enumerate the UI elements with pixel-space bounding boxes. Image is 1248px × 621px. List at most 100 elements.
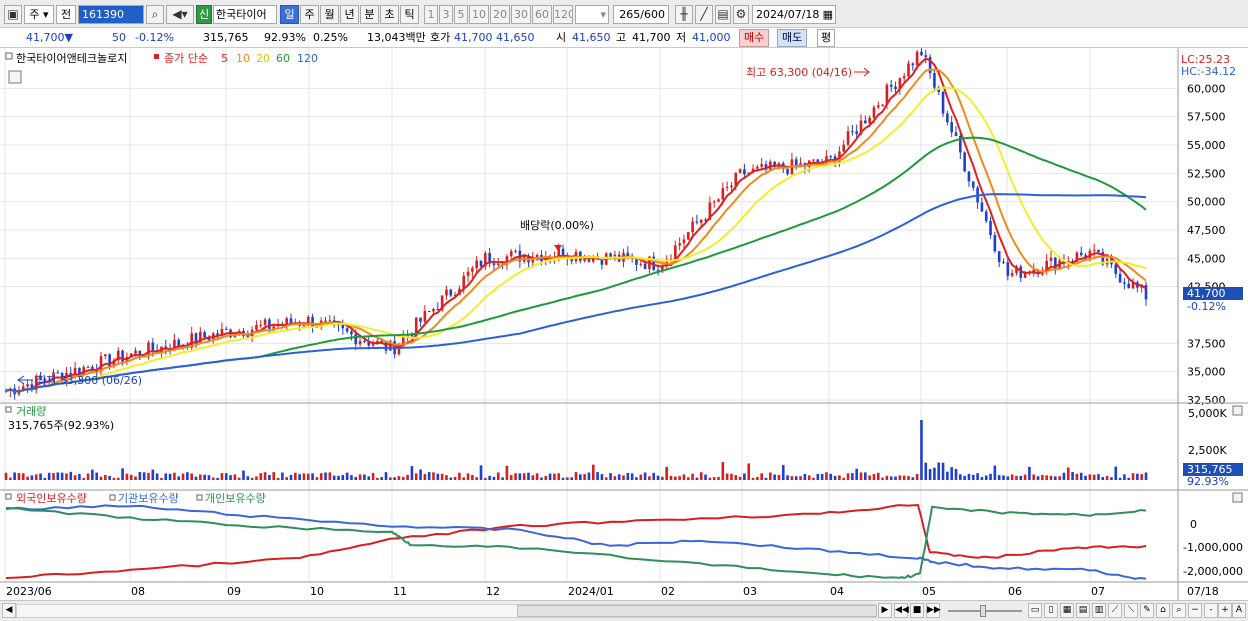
volume-bar	[695, 477, 699, 480]
min-60[interactable]: 60	[532, 5, 552, 24]
volume-bar	[656, 475, 660, 480]
tool-icon-2[interactable]: ⟍	[1124, 603, 1138, 618]
volume-bar	[332, 475, 336, 480]
calendar-icon[interactable]: ▦	[823, 6, 833, 23]
min-10[interactable]: 10	[469, 5, 489, 24]
volume-bar	[1045, 475, 1048, 480]
candle-body	[363, 340, 366, 342]
magnify-icon[interactable]: ⌕	[1172, 603, 1186, 618]
speaker-icon[interactable]: ◀▾	[166, 5, 194, 24]
min-5[interactable]: 5	[454, 5, 468, 24]
sell-button[interactable]: 매도	[777, 29, 808, 47]
volume-bar	[635, 477, 638, 480]
volume-tick-2500k: 2,500K	[1188, 444, 1227, 457]
grid-toggle-icon[interactable]	[8, 70, 22, 84]
tool-icon-1[interactable]: ⟋	[1108, 603, 1122, 618]
draw-tool-icon[interactable]: ╱	[695, 5, 713, 24]
scroll-left-icon[interactable]: ◀	[2, 603, 16, 618]
volume-bar	[937, 462, 941, 480]
code-input[interactable]: 161390	[78, 5, 144, 24]
candle-type-icon[interactable]: ╫	[675, 5, 693, 24]
candle-body	[842, 144, 846, 152]
min-30[interactable]: 30	[511, 5, 531, 24]
candle-body	[328, 320, 332, 322]
scroll-track[interactable]	[16, 604, 877, 618]
search-icon[interactable]: ⌕	[146, 5, 164, 24]
volume-bar	[786, 475, 789, 480]
volume-bar	[341, 474, 345, 480]
volume-bar	[885, 475, 889, 480]
candle-body	[151, 342, 155, 351]
volume-close-icon[interactable]	[1232, 405, 1243, 416]
volume-bar	[39, 473, 42, 480]
tool-icon-3[interactable]: ✎	[1140, 603, 1154, 618]
play-icon[interactable]: ▶▶	[926, 603, 941, 618]
buy-button[interactable]: 매수	[739, 29, 770, 47]
rewind-icon[interactable]: ◀◀	[894, 603, 909, 618]
tab-year[interactable]: 년	[340, 5, 359, 24]
layout-icon-1[interactable]: ▭	[1028, 603, 1042, 618]
custom-interval-select[interactable]: ▾	[575, 5, 609, 24]
layout-icon-4[interactable]: ▤	[1076, 603, 1090, 618]
count-input[interactable]: 265/600	[613, 5, 669, 24]
candle-body	[1092, 249, 1096, 251]
volume-bar	[242, 470, 245, 480]
period-select[interactable]: 주 ▾	[24, 5, 54, 24]
layout-icon-2[interactable]: ▯	[1044, 603, 1058, 618]
volume-bar	[289, 474, 293, 480]
window-menu-icon[interactable]: ▣	[4, 5, 22, 24]
tab-tick[interactable]: 틱	[400, 5, 419, 24]
volume-bar	[902, 475, 906, 480]
layout-icon-5[interactable]: ▥	[1092, 603, 1106, 618]
zoom-minus-icon[interactable]: -	[1204, 603, 1218, 618]
min-120[interactable]: 120	[553, 5, 573, 24]
layout-icon-3[interactable]: ▦	[1060, 603, 1074, 618]
zoom-out-icon[interactable]: −	[1188, 603, 1202, 618]
volume-bar	[95, 472, 98, 480]
status-bar: ◀ ▶ ◀◀ ■ ▶▶ ▭ ▯ ▦ ▤ ▥ ⟋ ⟍ ✎ ⌂ ⌕ − - + A	[0, 600, 1248, 621]
scroll-thumb[interactable]	[517, 605, 877, 617]
x-tick-label: 06	[1008, 585, 1022, 598]
volume-bar	[730, 473, 733, 480]
volume-bar	[760, 473, 763, 480]
volume-bar	[699, 472, 703, 480]
tab-minute[interactable]: 분	[360, 5, 379, 24]
save-icon[interactable]: ▤	[715, 5, 731, 24]
tab-second[interactable]: 초	[380, 5, 399, 24]
tool-icon-4[interactable]: ⌂	[1156, 603, 1170, 618]
tab-day[interactable]: 일	[280, 5, 299, 24]
min-20[interactable]: 20	[490, 5, 510, 24]
high-annotation: 최고 63,300 (04/16)	[746, 66, 852, 79]
min-1[interactable]: 1	[424, 5, 438, 24]
font-icon[interactable]: A	[1232, 603, 1246, 618]
flat-button[interactable]: 평	[817, 29, 836, 47]
volume-bar	[181, 473, 185, 480]
x-tick-label: 02	[661, 585, 675, 598]
tab-week[interactable]: 주	[300, 5, 319, 24]
zoom-slider-handle[interactable]	[980, 605, 986, 617]
tab-month[interactable]: 월	[320, 5, 339, 24]
stop-icon[interactable]: ■	[910, 603, 924, 618]
date-input[interactable]: 2024/07/18 ▦	[752, 5, 836, 24]
scroll-right-icon[interactable]: ▶	[878, 603, 892, 618]
volume-bar	[112, 477, 116, 480]
holdings-close-icon[interactable]	[1232, 492, 1243, 503]
min-3[interactable]: 3	[439, 5, 453, 24]
zoom-in-icon[interactable]: +	[1218, 603, 1232, 618]
volume-bar	[574, 472, 578, 480]
candle-body	[350, 331, 353, 335]
volume-bar	[229, 475, 232, 480]
chart-background	[0, 48, 1248, 600]
stock-chart[interactable]: 한국타이어앤테크놀로지 종가 단순 5 10 20 60 120 LC:25.2…	[0, 48, 1248, 600]
volume-bar	[401, 476, 405, 480]
volume-bar	[406, 474, 409, 480]
compare-button[interactable]: 전	[56, 5, 76, 24]
candle-body	[954, 132, 958, 137]
volume-bar	[648, 476, 651, 480]
volume-bar	[721, 462, 725, 480]
candle-body	[876, 105, 880, 108]
settings-gear-icon[interactable]: ⚙	[733, 5, 749, 24]
volume-bar	[993, 465, 997, 480]
volume-bar	[630, 473, 634, 480]
candle-body	[721, 188, 725, 200]
